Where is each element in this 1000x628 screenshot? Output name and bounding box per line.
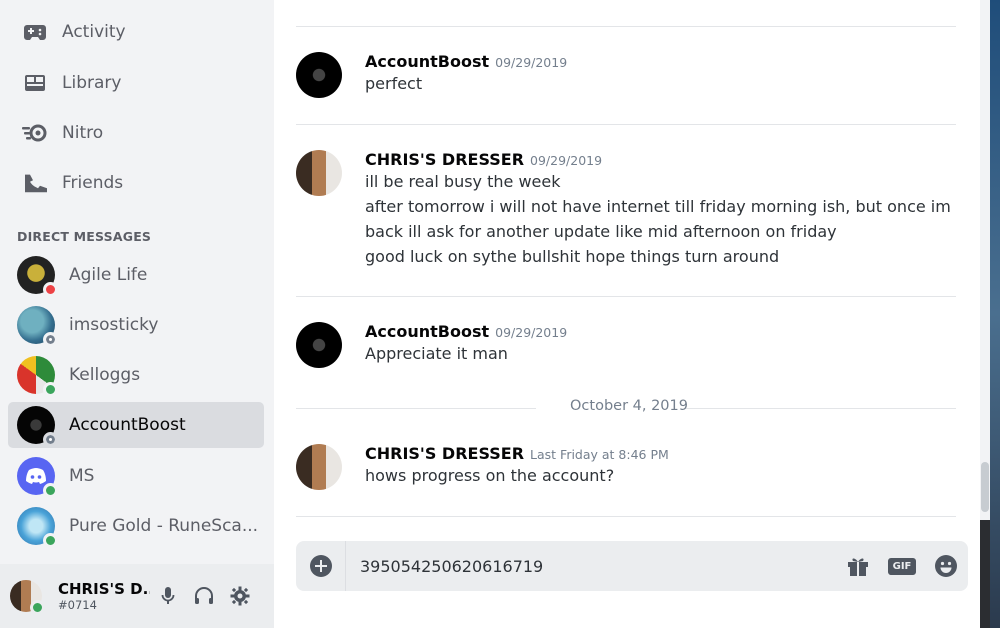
gift-button[interactable] xyxy=(836,541,880,591)
avatar xyxy=(17,306,58,347)
sidebar: Activity Library Nitro Friends DIRECT ME… xyxy=(0,0,274,628)
scrollbar-thumb[interactable] xyxy=(981,462,989,512)
avatar xyxy=(17,256,58,297)
discord-logo-icon xyxy=(26,468,46,484)
author-avatar[interactable] xyxy=(296,52,342,98)
dm-name: MS xyxy=(69,466,95,486)
message-body: AccountBoost 09/29/2019 perfect xyxy=(365,52,955,96)
gif-label: GIF xyxy=(887,557,917,575)
avatar xyxy=(17,406,58,447)
desktop-background xyxy=(990,0,1000,628)
library-icon xyxy=(8,73,62,93)
dm-item-agile-life[interactable]: Agile Life xyxy=(8,252,264,298)
status-dnd-icon xyxy=(43,282,58,297)
message-divider xyxy=(296,124,956,125)
friends-icon xyxy=(8,173,62,193)
author-avatar[interactable] xyxy=(296,444,342,490)
scrollbar-track[interactable] xyxy=(980,0,990,520)
message-timestamp: 09/29/2019 xyxy=(495,325,568,340)
message-body: AccountBoost 09/29/2019 Appreciate it man xyxy=(365,322,955,366)
nav-friends[interactable]: Friends xyxy=(8,161,264,205)
status-online-icon xyxy=(43,382,58,397)
nav-label: Library xyxy=(62,73,122,93)
message-body: CHRIS'S DRESSER 09/29/2019 ill be real bu… xyxy=(365,150,955,269)
author-avatar[interactable] xyxy=(296,322,342,368)
status-online-icon xyxy=(43,483,58,498)
message-timestamp: 09/29/2019 xyxy=(530,153,603,168)
dm-item-imsosticky[interactable]: imsosticky xyxy=(8,302,264,348)
user-name: CHRIS'S D... xyxy=(58,580,150,598)
upload-button[interactable] xyxy=(296,541,346,591)
user-settings-button[interactable] xyxy=(222,578,258,614)
emoji-button[interactable] xyxy=(924,541,968,591)
author-avatar[interactable] xyxy=(296,150,342,196)
nav-label: Friends xyxy=(62,173,124,193)
date-separator-text: October 4, 2019 xyxy=(570,398,688,414)
message-text: perfect xyxy=(365,74,423,93)
mute-button[interactable] xyxy=(150,578,186,614)
avatar xyxy=(17,507,58,548)
user-info[interactable]: CHRIS'S D... #0714 xyxy=(58,580,150,612)
dm-item-pure-gold[interactable]: Pure Gold - RuneSca... xyxy=(8,503,264,549)
emoji-icon xyxy=(935,555,957,577)
message-author[interactable]: CHRIS'S DRESSER xyxy=(365,150,524,169)
user-panel: CHRIS'S D... #0714 xyxy=(0,564,274,628)
message-author[interactable]: AccountBoost xyxy=(365,322,489,341)
dm-name: Pure Gold - RuneSca... xyxy=(69,516,259,536)
nitro-icon xyxy=(8,124,62,142)
nav-library[interactable]: Library xyxy=(8,61,264,105)
message-divider xyxy=(296,26,956,27)
dm-item-accountboost[interactable]: AccountBoost xyxy=(8,402,264,448)
microphone-icon xyxy=(161,587,175,604)
dm-name: Agile Life xyxy=(69,265,148,285)
message-text: Appreciate it man xyxy=(365,344,508,363)
nav-activity[interactable]: Activity xyxy=(8,10,264,54)
nav-label: Activity xyxy=(62,22,126,42)
user-avatar[interactable] xyxy=(10,580,45,615)
message-text: back ill ask for another update like mid… xyxy=(365,222,837,241)
nav-nitro[interactable]: Nitro xyxy=(8,111,264,155)
message-author[interactable]: CHRIS'S DRESSER xyxy=(365,444,524,463)
status-online-icon xyxy=(43,533,58,548)
message-text: hows progress on the account? xyxy=(365,466,615,485)
message-author[interactable]: AccountBoost xyxy=(365,52,489,71)
dm-name: imsosticky xyxy=(69,315,159,335)
deafen-button[interactable] xyxy=(186,578,222,614)
message-divider xyxy=(296,516,956,517)
chat-area: AccountBoost 09/29/2019 perfect CHRIS'S D… xyxy=(274,0,980,628)
gif-button[interactable]: GIF xyxy=(880,541,924,591)
dm-name: AccountBoost xyxy=(69,415,186,435)
status-online-icon xyxy=(30,600,45,615)
message-body: CHRIS'S DRESSER Last Friday at 8:46 PM ho… xyxy=(365,444,955,488)
message-composer: 395054250620616719 GIF xyxy=(296,541,968,591)
gamepad-icon xyxy=(8,22,62,42)
plus-circle-icon xyxy=(309,555,332,577)
message-divider xyxy=(296,296,956,297)
avatar xyxy=(17,356,58,397)
message-timestamp: Last Friday at 8:46 PM xyxy=(530,447,669,462)
gift-icon xyxy=(848,558,868,576)
headphones-icon xyxy=(195,587,213,604)
message-timestamp: 09/29/2019 xyxy=(495,55,568,70)
message-text: after tomorrow i will not have internet … xyxy=(365,197,951,216)
avatar xyxy=(17,457,58,498)
message-text: good luck on sythe bullshit hope things … xyxy=(365,247,780,266)
nav-label: Nitro xyxy=(62,123,104,143)
message-input[interactable]: 395054250620616719 xyxy=(360,557,836,576)
dm-item-ms[interactable]: MS xyxy=(8,453,264,499)
status-offline-icon xyxy=(43,332,58,347)
date-separator: October 4, 2019 xyxy=(296,398,956,418)
dm-header: DIRECT MESSAGES xyxy=(17,229,152,244)
user-tag: #0714 xyxy=(58,598,97,612)
dm-item-kelloggs[interactable]: Kelloggs xyxy=(8,352,264,398)
status-offline-icon xyxy=(43,432,58,447)
message-text: ill be real busy the week xyxy=(365,172,561,191)
dm-name: Kelloggs xyxy=(69,365,141,385)
gear-icon xyxy=(230,586,250,606)
